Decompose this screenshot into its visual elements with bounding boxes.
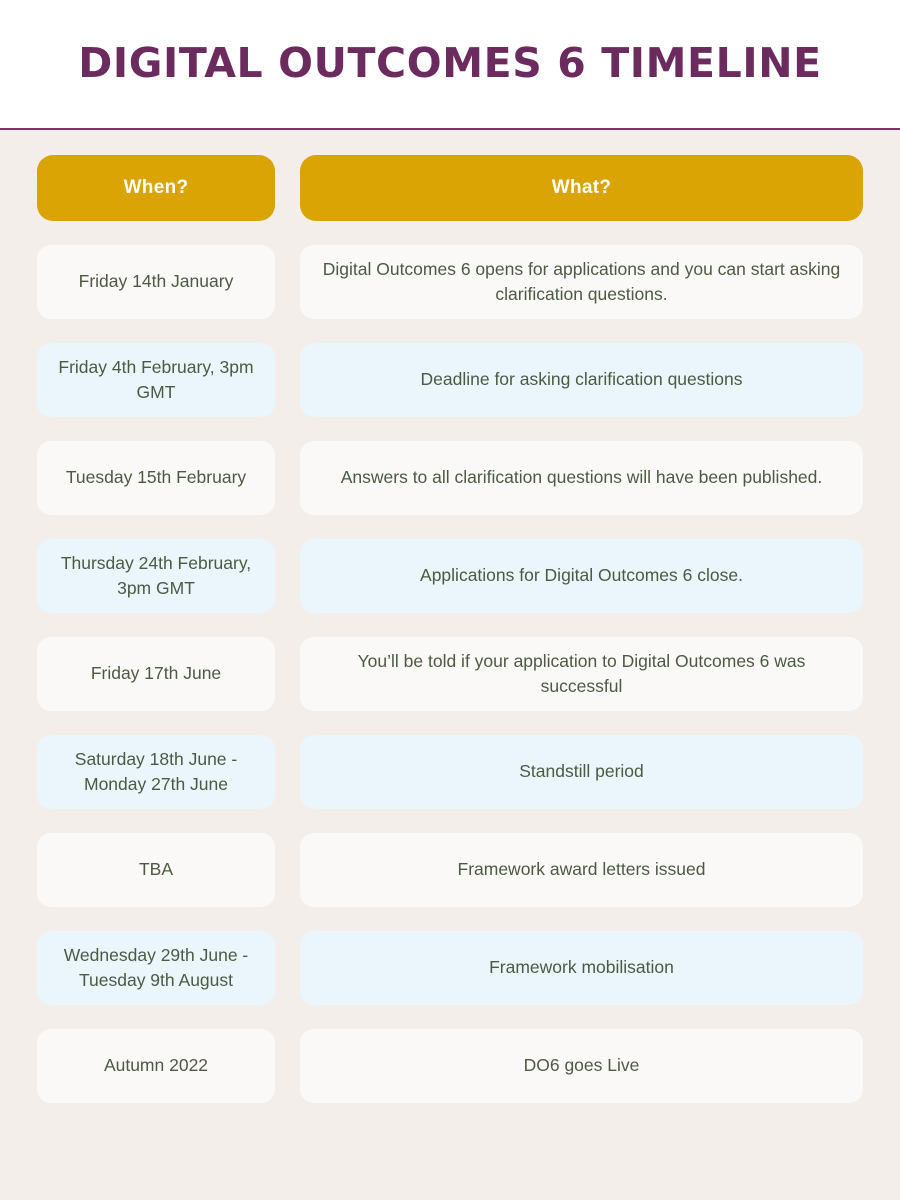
row-when-text: Saturday 18th June - Monday 27th June — [74, 748, 238, 794]
row-when-text: Friday 17th June — [90, 663, 222, 684]
row-what-text: Answers to all clarification questions w… — [340, 467, 823, 488]
row-when-text: Wednesday 29th June - Tuesday 9th August — [63, 944, 249, 990]
row-what-text: Applications for Digital Outcomes 6 clos… — [420, 565, 743, 586]
table-row: Friday 4th February, 3pm GMT Deadline fo… — [37, 343, 863, 417]
table-row: Autumn 2022 DO6 goes Live — [37, 1029, 863, 1103]
row-when-text: Autumn 2022 — [103, 1055, 209, 1076]
table-row: Tuesday 15th February Answers to all cla… — [37, 441, 863, 515]
row-when-text: Tuesday 15th February — [65, 467, 247, 488]
row-when-cell: Saturday 18th June - Monday 27th June — [37, 735, 275, 809]
table-row: TBA Framework award letters issued — [37, 833, 863, 907]
row-what-cell: Framework award letters issued — [300, 833, 863, 907]
table-row: Wednesday 29th June - Tuesday 9th August… — [37, 931, 863, 1005]
column-header-what-label: What? — [551, 177, 612, 198]
row-when-cell: Wednesday 29th June - Tuesday 9th August — [37, 931, 275, 1005]
row-when-cell: Friday 4th February, 3pm GMT — [37, 343, 275, 417]
column-header-when: When? — [37, 155, 275, 221]
row-what-cell: You’ll be told if your application to Di… — [300, 637, 863, 711]
table-row: Saturday 18th June - Monday 27th June St… — [37, 735, 863, 809]
row-what-cell: Framework mobilisation — [300, 931, 863, 1005]
row-what-cell: Deadline for asking clarification questi… — [300, 343, 863, 417]
row-what-cell: DO6 goes Live — [300, 1029, 863, 1103]
column-header-what: What? — [300, 155, 863, 221]
table-row: Friday 14th January Digital Outcomes 6 o… — [37, 245, 863, 319]
timeline-board: When? What? Friday 14th January Digital … — [0, 130, 900, 1200]
row-when-cell: Friday 17th June — [37, 637, 275, 711]
timeline-infographic: Digital Outcomes 6 Timeline When? What? … — [0, 0, 900, 1200]
row-when-cell: Thursday 24th February, 3pm GMT — [37, 539, 275, 613]
table-row: Friday 17th June You’ll be told if your … — [37, 637, 863, 711]
row-when-cell: TBA — [37, 833, 275, 907]
row-what-cell: Digital Outcomes 6 opens for application… — [300, 245, 863, 319]
row-what-text: Digital Outcomes 6 opens for application… — [322, 258, 841, 304]
row-when-cell: Friday 14th January — [37, 245, 275, 319]
row-when-text: Friday 14th January — [78, 271, 234, 292]
row-when-text: Thursday 24th February, 3pm GMT — [60, 552, 252, 598]
row-what-cell: Standstill period — [300, 735, 863, 809]
row-what-cell: Applications for Digital Outcomes 6 clos… — [300, 539, 863, 613]
row-when-cell: Tuesday 15th February — [37, 441, 275, 515]
row-what-text: You’ll be told if your application to Di… — [357, 650, 806, 696]
row-what-text: Framework award letters issued — [457, 859, 706, 880]
row-what-text: Framework mobilisation — [489, 957, 674, 978]
row-what-text: DO6 goes Live — [523, 1055, 640, 1076]
timeline-table: When? What? Friday 14th January Digital … — [37, 155, 863, 1103]
page-title: Digital Outcomes 6 Timeline — [78, 39, 822, 88]
row-when-cell: Autumn 2022 — [37, 1029, 275, 1103]
title-band: Digital Outcomes 6 Timeline — [0, 0, 900, 128]
row-when-text: TBA — [138, 859, 174, 880]
row-what-text: Standstill period — [519, 761, 644, 782]
table-header-row: When? What? — [37, 155, 863, 221]
row-what-text: Deadline for asking clarification questi… — [420, 369, 743, 390]
column-header-when-label: When? — [123, 177, 189, 198]
row-what-cell: Answers to all clarification questions w… — [300, 441, 863, 515]
row-when-text: Friday 4th February, 3pm GMT — [58, 356, 254, 402]
table-row: Thursday 24th February, 3pm GMT Applicat… — [37, 539, 863, 613]
